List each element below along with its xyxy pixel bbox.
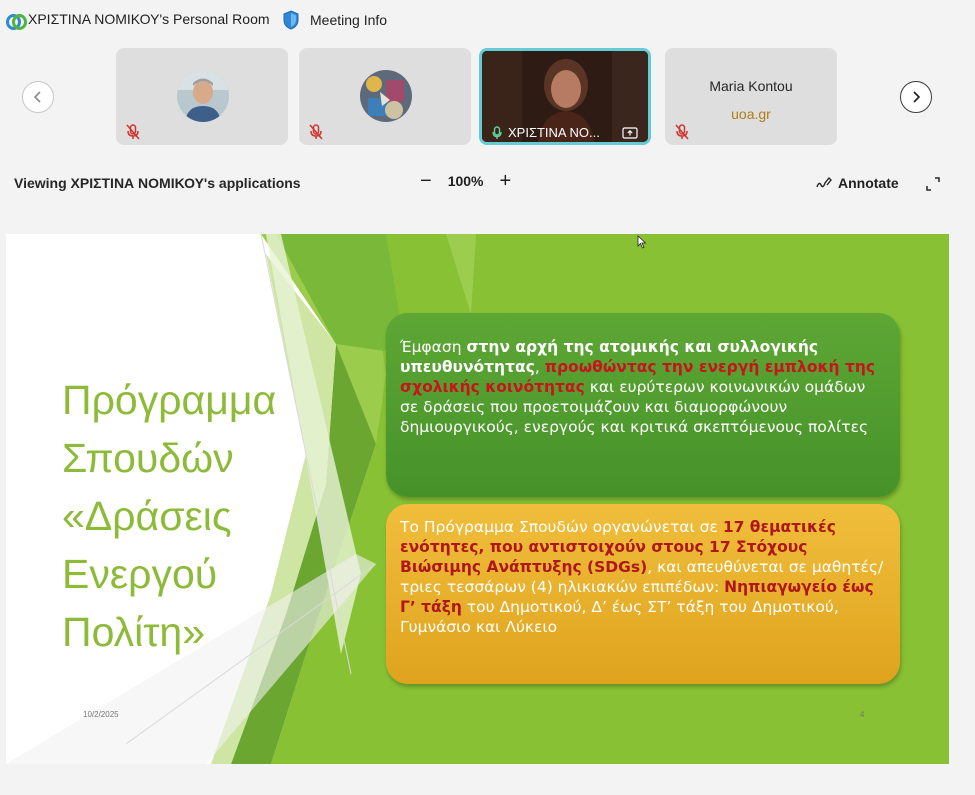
zoom-level: 100%: [447, 173, 484, 189]
annotate-button[interactable]: Annotate: [816, 175, 899, 191]
zoom-out-button[interactable]: −: [420, 171, 432, 191]
mic-active-icon: [492, 125, 502, 139]
webex-logo-icon: [6, 11, 27, 30]
slide-date: 10/2/2025: [83, 710, 119, 719]
text-segment: Έμφαση: [400, 338, 462, 356]
participant-tile-2[interactable]: [299, 48, 471, 145]
participant-organization: uoa.gr: [731, 106, 771, 122]
text-segment: ,: [534, 358, 540, 376]
chevron-left-icon: [33, 91, 41, 103]
chevron-right-icon: [913, 91, 921, 103]
screen-share-icon: [622, 127, 638, 139]
slide-title-line: Ενεργού: [62, 551, 218, 597]
participant-tile-1[interactable]: [116, 48, 288, 145]
meeting-info-button[interactable]: Meeting Info: [282, 10, 387, 30]
participant-name-label: ΧΡΙΣΤΙΝΑ ΝΟ...: [492, 125, 600, 140]
mouse-cursor-icon: [637, 235, 647, 249]
slide-title-line: Σπουδών: [62, 435, 234, 481]
shield-icon: [283, 10, 299, 30]
share-controls-bar: Viewing ΧΡΙΣΤΙΝΑ ΝΟΜΙΚΟΥ's applications …: [0, 165, 975, 201]
meeting-info-label: Meeting Info: [310, 12, 388, 28]
participant-name: ΧΡΙΣΤΙΝΑ ΝΟ...: [508, 125, 600, 140]
slide-title: Πρόγραμμα Σπουδών «Δράσεις Ενεργού Πολίτ…: [62, 371, 322, 661]
pen-icon: [816, 176, 832, 188]
zoom-in-button[interactable]: +: [500, 171, 512, 191]
filmstrip-next-button[interactable]: [900, 81, 932, 113]
mic-muted-icon: [126, 124, 140, 140]
participant-tile-4[interactable]: Maria Kontou uoa.gr: [665, 48, 837, 145]
annotate-label: Annotate: [838, 175, 899, 191]
participant-name: Maria Kontou: [709, 78, 793, 94]
text-segment: Το Πρόγραμμα Σπουδών οργανώνεται σε: [400, 518, 718, 536]
mic-muted-icon: [309, 124, 323, 140]
avatar: [360, 70, 412, 122]
filmstrip-prev-button[interactable]: [22, 81, 54, 113]
avatar: [177, 70, 229, 122]
slide-title-line: «Δράσεις: [62, 493, 232, 539]
shared-slide: Πρόγραμμα Σπουδών «Δράσεις Ενεργού Πολίτ…: [6, 234, 949, 764]
slide-text-box-yellow: Το Πρόγραμμα Σπουδών οργανώνεται σε 17 θ…: [386, 504, 900, 684]
top-bar: ΧΡΙΣΤΙΝΑ ΝΟΜΙΚΟΥ's Personal Room Meeting…: [0, 0, 975, 42]
participant-filmstrip: ΧΡΙΣΤΙΝΑ ΝΟ... Maria Kontou uoa.gr: [0, 42, 975, 152]
viewing-label: Viewing ΧΡΙΣΤΙΝΑ ΝΟΜΙΚΟΥ's applications: [14, 175, 301, 191]
participant-tile-active-speaker[interactable]: ΧΡΙΣΤΙΝΑ ΝΟ...: [479, 48, 651, 145]
expand-icon[interactable]: [926, 177, 940, 191]
zoom-controls: − 100% +: [420, 171, 512, 191]
room-title-area: ΧΡΙΣΤΙΝΑ ΝΟΜΙΚΟΥ's Personal Room: [6, 11, 270, 30]
room-title: ΧΡΙΣΤΙΝΑ ΝΟΜΙΚΟΥ's Personal Room: [28, 11, 270, 27]
slide-title-line: Πρόγραμμα: [62, 377, 277, 423]
mic-muted-icon: [675, 124, 689, 140]
text-segment: του Δημοτικού, Δ’ έως ΣΤ’ τάξη του Δημοτ…: [400, 598, 839, 636]
slide-page-number: 4: [860, 710, 865, 719]
slide-title-line: Πολίτη»: [62, 609, 206, 655]
slide-text-box-green: Έμφαση στην αρχή της ατομικής και συλλογ…: [386, 313, 900, 497]
